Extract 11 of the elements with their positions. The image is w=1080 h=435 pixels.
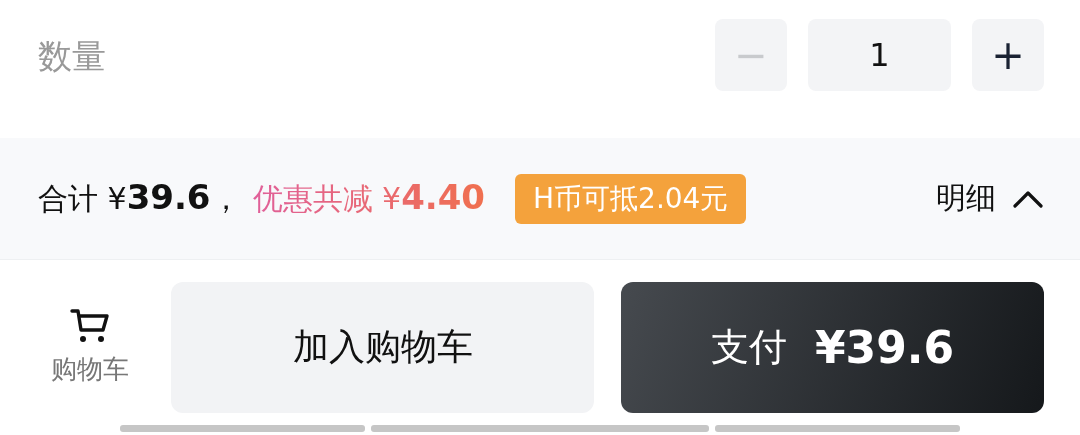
pay-button[interactable]: 支付 ¥39.6 [621,282,1044,413]
increase-button[interactable]: + [972,19,1044,91]
add-to-cart-button[interactable]: 加入购物车 [171,282,594,413]
cart-icon [69,308,111,344]
chevron-icon [1012,188,1044,209]
detail-toggle[interactable]: 明细 [936,178,1044,219]
cart-button[interactable]: 购物车 [36,308,144,387]
total-text: 合计 ¥39.6， [38,177,241,219]
quantity-label: 数量 [38,35,106,78]
quantity-field[interactable]: 1 [808,19,951,91]
coin-deduction-badge: H币可抵2.04元 [515,173,747,224]
